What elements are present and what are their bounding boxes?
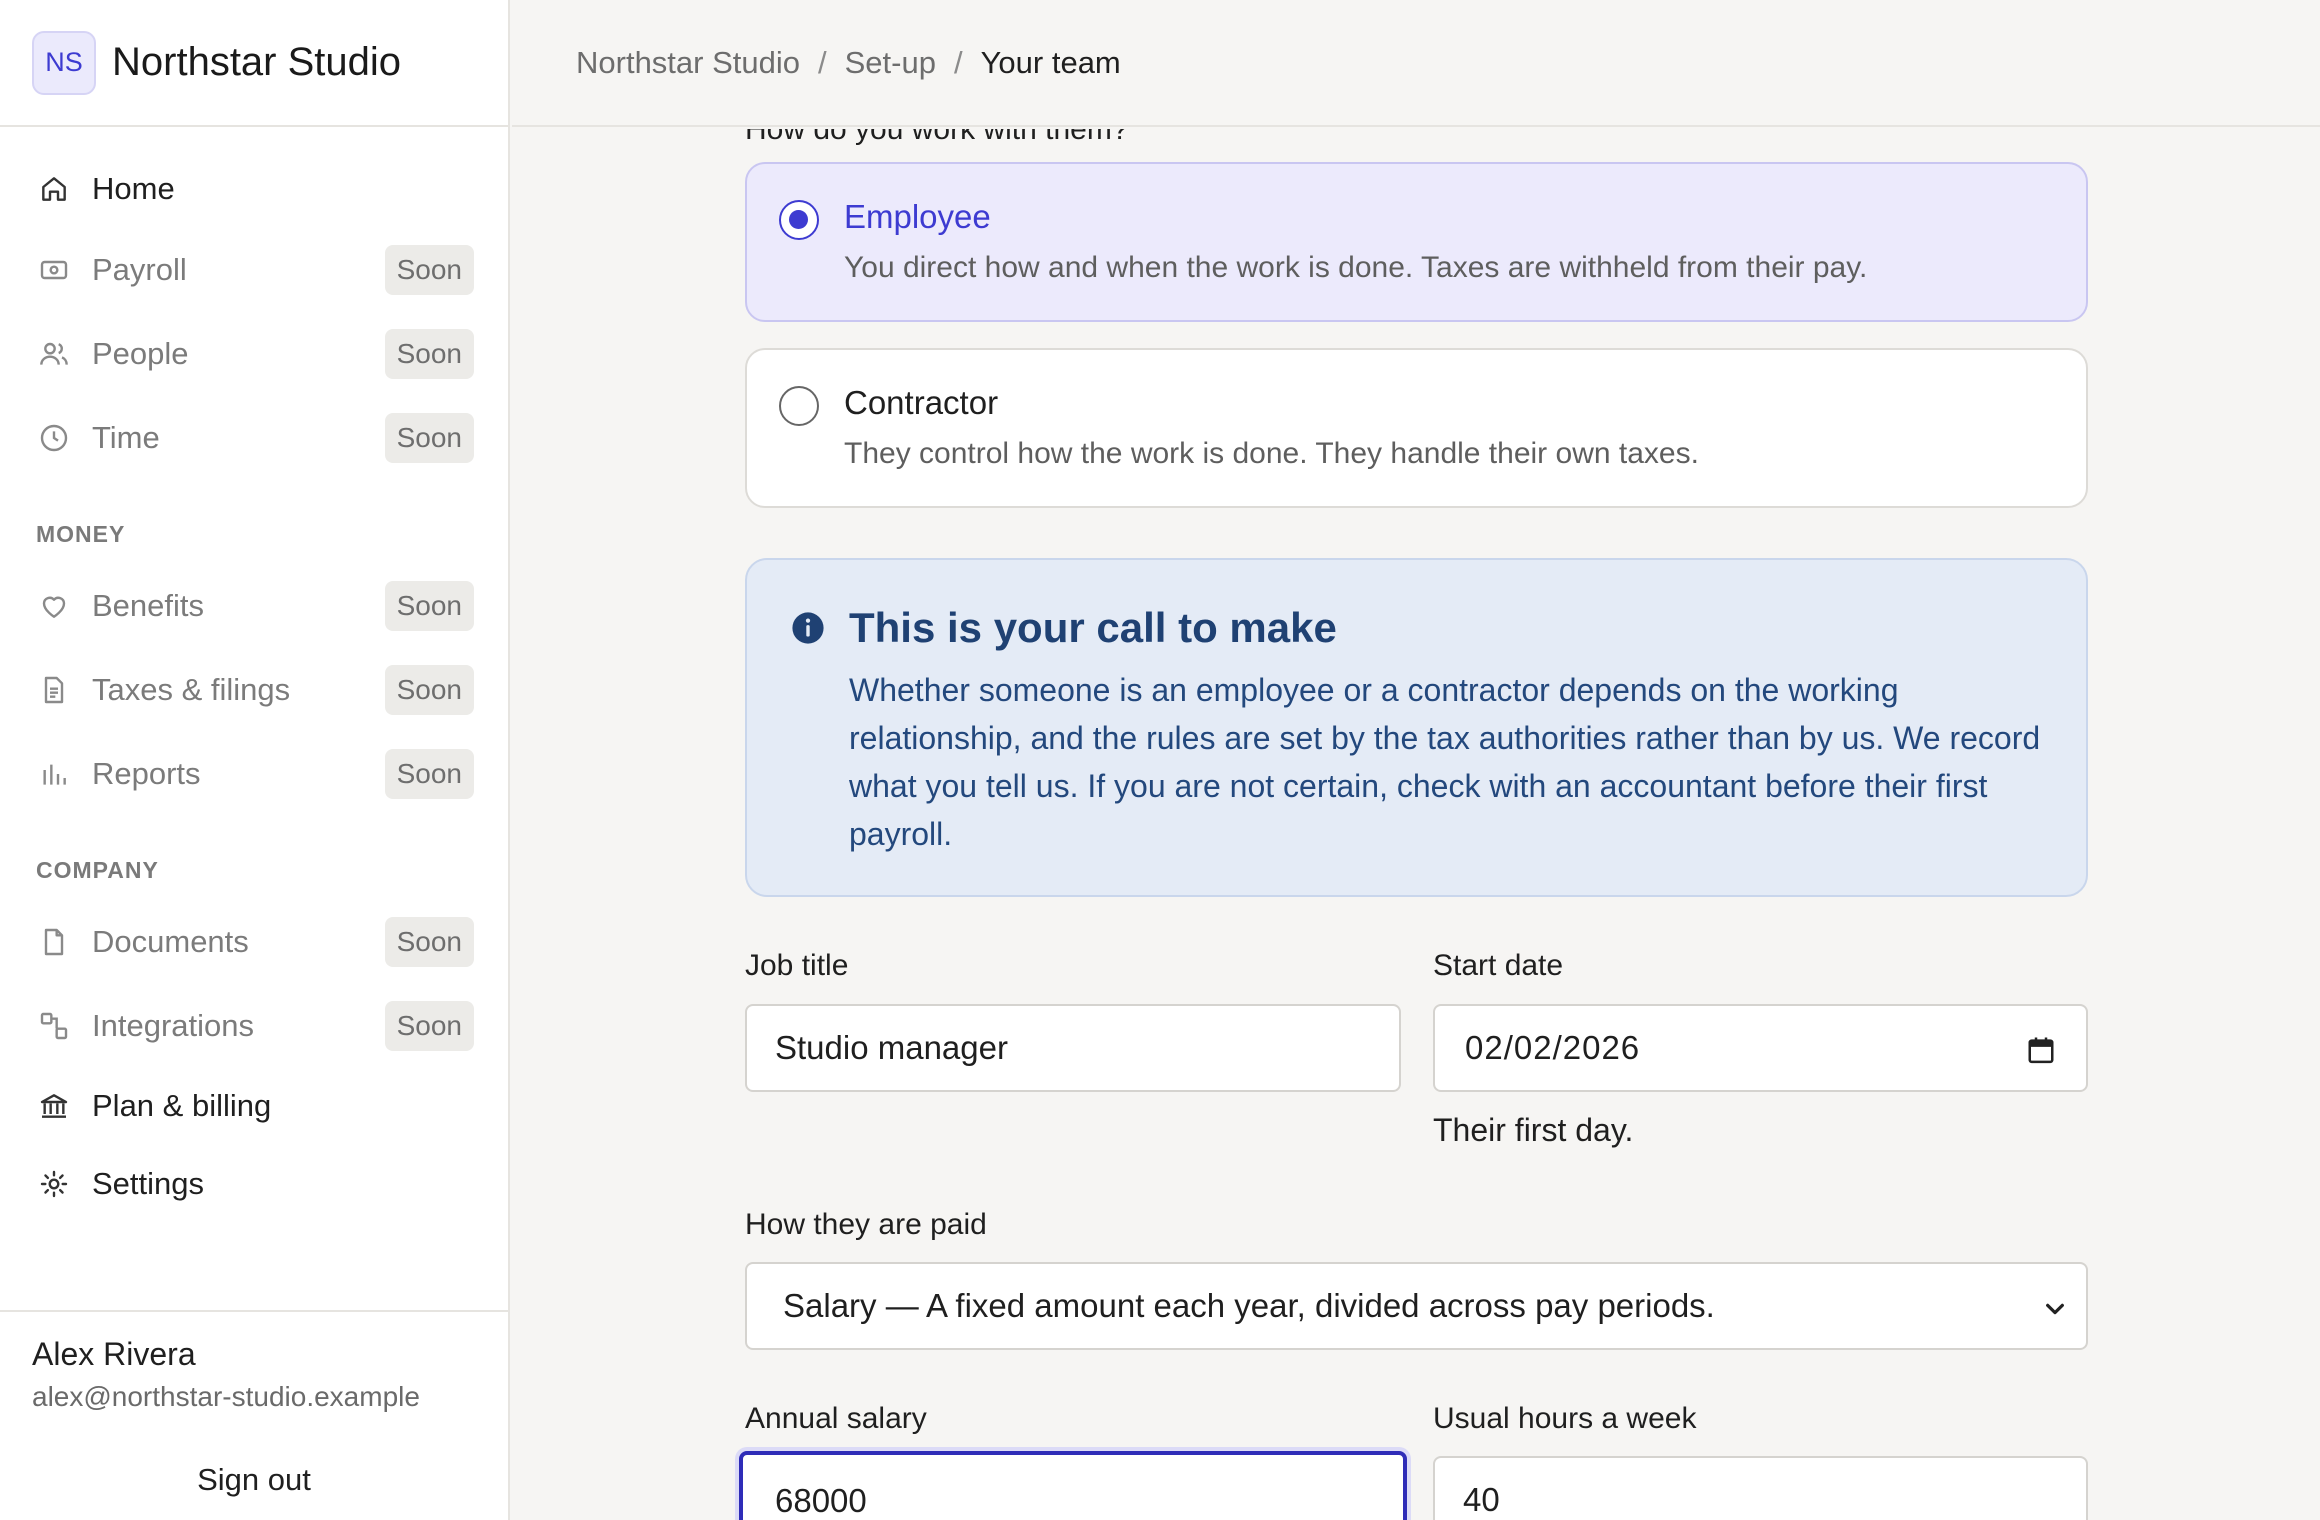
- radio-button-employee[interactable]: [779, 200, 819, 240]
- document-text-icon: [36, 672, 72, 708]
- option-title: Employee: [844, 198, 991, 235]
- annual-salary-label: Annual salary: [745, 1402, 927, 1435]
- main-content: How do you work with them? Employee You …: [512, 129, 2320, 1520]
- soon-badge: Soon: [384, 413, 474, 463]
- sidebar-item-payroll[interactable]: Payroll Soon: [24, 238, 476, 302]
- info-text: Whether someone is an employee or a cont…: [849, 672, 2041, 852]
- breadcrumb: Northstar Studio / Set-up / Your team: [512, 0, 2320, 127]
- section-heading-company: COMPANY: [36, 857, 159, 883]
- breadcrumb-separator: /: [953, 44, 963, 80]
- chevron-down-icon: [2046, 1303, 2064, 1315]
- sidebar-item-label: Time: [92, 420, 160, 455]
- annual-salary-input[interactable]: 68000: [739, 1451, 1407, 1520]
- sidebar-item-label: Home: [92, 171, 175, 206]
- bank-icon: [36, 1088, 72, 1124]
- option-description: You direct how and when the work is done…: [844, 251, 1868, 284]
- gear-icon: [36, 1166, 72, 1202]
- sidebar-item-integrations[interactable]: Integrations Soon: [24, 994, 476, 1058]
- sidebar-item-people[interactable]: People Soon: [24, 322, 476, 386]
- info-icon: [792, 612, 824, 644]
- option-title: Contractor: [844, 384, 999, 421]
- sidebar-item-label: Payroll: [92, 252, 187, 287]
- worker-type-option-employee[interactable]: Employee You direct how and when the wor…: [745, 162, 2088, 322]
- calendar-icon[interactable]: [2026, 1034, 2056, 1066]
- sidebar-item-label: Benefits: [92, 588, 205, 623]
- sidebar-item-label: Documents: [92, 924, 249, 959]
- start-date-value: 02/02/2026: [1465, 1029, 1641, 1066]
- banknote-icon: [36, 252, 72, 288]
- clock-icon: [36, 420, 72, 456]
- start-date-helper: Their first day.: [1433, 1112, 1634, 1148]
- people-icon: [36, 336, 72, 372]
- app: NS Northstar Studio Home Payroll Soon Pe…: [0, 0, 2320, 1520]
- integrations-icon: [36, 1008, 72, 1044]
- job-title-label: Job title: [745, 949, 849, 982]
- user-email: alex@northstar-studio.example: [32, 1381, 420, 1412]
- home-icon: [36, 171, 72, 207]
- soon-badge: Soon: [384, 245, 474, 295]
- sidebar-item-home[interactable]: Home: [24, 157, 476, 221]
- breadcrumb-separator: /: [818, 44, 827, 80]
- hours-label: Usual hours a week: [1433, 1402, 1697, 1435]
- pay-type-selected: Salary — A fixed amount each year, divid…: [783, 1287, 1715, 1324]
- soon-badge: Soon: [384, 665, 474, 715]
- heart-icon: [36, 588, 72, 624]
- bar-chart-icon: [36, 756, 72, 792]
- brand-logo: NS: [32, 30, 96, 95]
- worker-type-option-contractor[interactable]: Contractor They control how the work is …: [745, 348, 2088, 508]
- pay-type-label: How they are paid: [745, 1208, 987, 1241]
- job-title-input[interactable]: Studio manager: [745, 1004, 1401, 1092]
- sidebar-item-label: Settings: [92, 1166, 205, 1201]
- sidebar-item-plan-billing[interactable]: Plan & billing: [24, 1074, 476, 1138]
- info-title: This is your call to make: [849, 604, 1337, 651]
- option-description: They control how the work is done. They …: [844, 437, 1699, 470]
- sidebar-item-time[interactable]: Time Soon: [24, 406, 476, 470]
- breadcrumb-step[interactable]: Set-up: [845, 45, 936, 81]
- sign-out-button[interactable]: Sign out: [0, 1462, 508, 1498]
- hours-input[interactable]: 40: [1433, 1456, 2088, 1520]
- soon-badge: Soon: [384, 749, 474, 799]
- sidebar-item-label: Plan & billing: [92, 1088, 272, 1123]
- breadcrumb-current: Your team: [980, 44, 1121, 80]
- user-name: Alex Rivera: [32, 1336, 196, 1372]
- sidebar-item-label: People: [92, 336, 189, 371]
- soon-badge: Soon: [384, 917, 474, 967]
- soon-badge: Soon: [384, 1001, 474, 1051]
- sidebar: NS Northstar Studio Home Payroll Soon Pe…: [0, 0, 510, 1520]
- brand-name: Northstar Studio: [112, 40, 402, 84]
- sidebar-item-settings[interactable]: Settings: [24, 1152, 476, 1216]
- start-date-input[interactable]: 02/02/2026: [1433, 1004, 2088, 1092]
- soon-badge: Soon: [384, 329, 474, 379]
- sidebar-item-documents[interactable]: Documents Soon: [24, 910, 476, 974]
- brand[interactable]: NS Northstar Studio: [0, 0, 508, 127]
- sidebar-item-taxes[interactable]: Taxes & filings Soon: [24, 658, 476, 722]
- document-icon: [36, 924, 72, 960]
- sidebar-item-reports[interactable]: Reports Soon: [24, 742, 476, 806]
- start-date-label: Start date: [1433, 949, 1564, 982]
- sidebar-item-label: Reports: [92, 756, 201, 791]
- radio-button-contractor[interactable]: [779, 386, 819, 426]
- worker-type-question: How do you work with them?: [745, 129, 1129, 146]
- sidebar-item-label: Taxes & filings: [92, 672, 291, 707]
- info-callout: This is your call to make Whether someon…: [745, 558, 2088, 897]
- pay-type-select[interactable]: Salary — A fixed amount each year, divid…: [745, 1262, 2088, 1350]
- section-heading-money: MONEY: [36, 521, 126, 547]
- breadcrumb-root[interactable]: Northstar Studio: [576, 45, 800, 81]
- soon-badge: Soon: [384, 581, 474, 631]
- sidebar-item-benefits[interactable]: Benefits Soon: [24, 574, 476, 638]
- sidebar-item-label: Integrations: [92, 1008, 254, 1043]
